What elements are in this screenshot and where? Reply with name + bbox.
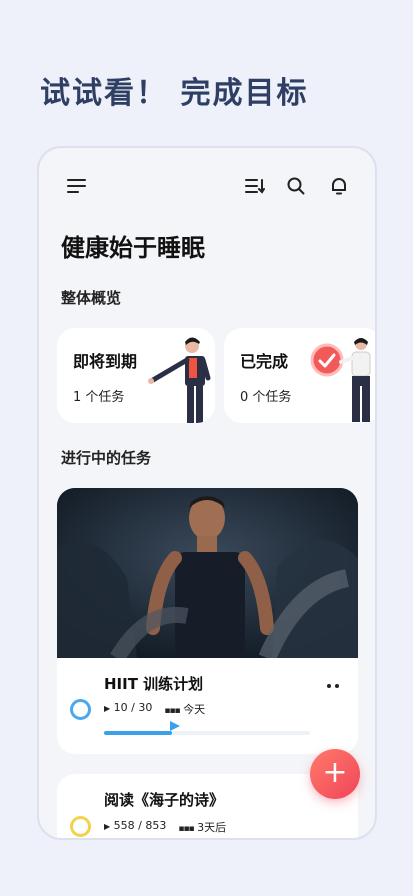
search-icon[interactable] xyxy=(287,177,305,199)
task-status-ring[interactable] xyxy=(70,699,91,720)
in-progress-heading: 进行中的任务 xyxy=(61,449,152,467)
task-meta: ▶ 558 / 853 ▪▪▪ 3天后 xyxy=(104,819,226,835)
progress-flag-icon xyxy=(169,721,180,731)
task-due: ▪▪▪ 3天后 xyxy=(178,821,227,834)
businessman-illustration xyxy=(148,337,211,423)
task-progress-fill xyxy=(104,731,172,735)
play-icon: ▶ xyxy=(104,822,111,831)
task-progress-bar xyxy=(104,721,310,735)
phone-frame: 健康始于睡眠 整体概览 即将到期 1 个任务 已完成 0 个任务 进行中的任务 … xyxy=(37,146,377,840)
workout-photo xyxy=(57,488,358,658)
task-status-ring[interactable] xyxy=(70,816,91,837)
add-task-button[interactable]: + xyxy=(310,749,360,799)
task-meta: ▶ 10 / 30 ▪▪▪ 今天 xyxy=(104,701,205,717)
completed-title: 已完成 xyxy=(240,352,289,371)
task-progress: ▶ 10 / 30 xyxy=(104,701,153,714)
upcoming-title: 即将到期 xyxy=(73,352,138,371)
task-title: HIIT 训练计划 xyxy=(104,675,204,693)
calendar-icon: ▪▪▪ xyxy=(164,706,180,716)
completed-card[interactable]: 已完成 0 个任务 xyxy=(224,328,375,423)
top-bar xyxy=(39,148,375,228)
page-title: 健康始于睡眠 xyxy=(61,234,205,262)
more-icon[interactable] xyxy=(326,674,340,693)
completed-count: 0 个任务 xyxy=(240,390,292,405)
upcoming-card[interactable]: 即将到期 1 个任务 xyxy=(57,328,215,423)
task-title: 阅读《海子的诗》 xyxy=(104,791,225,809)
task-card[interactable]: HIIT 训练计划 ▶ 10 / 30 ▪▪▪ 今天 xyxy=(57,658,358,754)
completed-illustration xyxy=(310,338,371,422)
overview-heading: 整体概览 xyxy=(61,289,122,307)
bell-icon[interactable] xyxy=(330,177,348,199)
menu-icon[interactable] xyxy=(67,178,87,198)
task-progress: ▶ 558 / 853 xyxy=(104,819,167,832)
calendar-icon: ▪▪▪ xyxy=(178,824,194,834)
task-due: ▪▪▪ 今天 xyxy=(164,703,206,716)
upcoming-count: 1 个任务 xyxy=(73,390,125,405)
play-icon: ▶ xyxy=(104,704,111,713)
sort-icon[interactable] xyxy=(245,178,265,198)
promo-title: 试试看！ 完成目标 xyxy=(40,76,309,111)
